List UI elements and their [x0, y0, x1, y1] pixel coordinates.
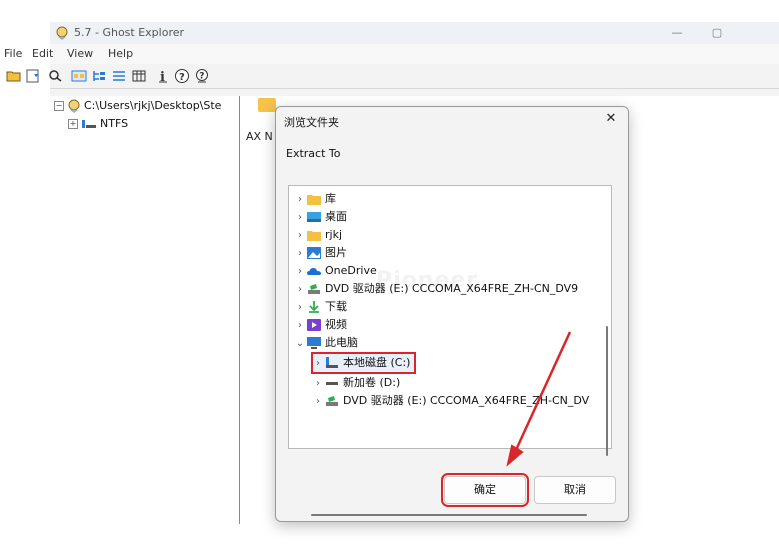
- folder-item-label: 视频: [325, 318, 347, 331]
- drive-icon: [325, 377, 339, 389]
- folder-item-new-volume-d[interactable]: › 新加卷 (D:): [313, 374, 400, 392]
- dialog-close-button[interactable]: ✕: [602, 110, 620, 128]
- dialog-description: Extract To: [286, 147, 341, 160]
- chevron-right-icon[interactable]: ›: [295, 209, 305, 227]
- chevron-down-icon[interactable]: ⌄: [295, 335, 305, 353]
- folder-icon[interactable]: [258, 98, 276, 112]
- dialog-title: 浏览文件夹: [284, 116, 339, 129]
- folder-item-label: 库: [325, 192, 336, 205]
- context-help-icon[interactable]: ?: [194, 68, 210, 84]
- menu-help[interactable]: Help: [108, 47, 133, 60]
- folder-item-rjkj[interactable]: › rjkj: [295, 226, 342, 244]
- watermark: Pioneer: [376, 268, 479, 293]
- save-icon[interactable]: [25, 68, 41, 84]
- cancel-button[interactable]: 取消: [534, 476, 616, 504]
- videos-icon: [307, 319, 321, 331]
- ghost-image-icon: [68, 99, 80, 113]
- menu-edit[interactable]: Edit: [32, 47, 53, 60]
- search-icon[interactable]: [48, 68, 64, 84]
- folder-icon: [307, 229, 321, 241]
- computer-icon: [307, 337, 321, 349]
- chevron-right-icon[interactable]: ›: [313, 393, 323, 411]
- large-icons-view-icon[interactable]: [71, 68, 87, 84]
- chevron-right-icon[interactable]: ›: [295, 191, 305, 209]
- chevron-right-icon[interactable]: ›: [295, 299, 305, 317]
- folder-item-desktop[interactable]: › 桌面: [295, 208, 347, 226]
- pictures-icon: [307, 247, 321, 259]
- image-tree-pane: − C:\Users\rjkj\Desktop\Ste + NTFS: [50, 96, 240, 524]
- chevron-right-icon[interactable]: ›: [295, 263, 305, 281]
- folder-item-label: rjkj: [325, 228, 343, 241]
- folder-item-label: 新加卷 (D:): [343, 376, 401, 389]
- folder-item-label: 图片: [325, 246, 347, 259]
- expand-toggle[interactable]: +: [68, 119, 78, 129]
- menu-bar: File Edit View Help: [4, 44, 779, 64]
- chevron-right-icon[interactable]: ›: [313, 375, 323, 393]
- menu-file[interactable]: File: [4, 47, 22, 60]
- menu-view[interactable]: View: [67, 47, 93, 60]
- folder-item-label: OneDrive: [325, 264, 377, 277]
- desktop-icon: [307, 211, 321, 223]
- details-view-icon[interactable]: [131, 68, 147, 84]
- open-folder-icon[interactable]: [6, 68, 22, 84]
- maximize-button[interactable]: ▢: [704, 23, 730, 43]
- list-view-icon[interactable]: [111, 68, 127, 84]
- folder-item-label: 桌面: [325, 210, 347, 223]
- ghost-app-icon: [56, 26, 68, 40]
- browse-folder-dialog: 浏览文件夹 ✕ Extract To › 库 › 桌面 › rjkj › 图片 › One…: [275, 106, 629, 522]
- folder-item-label: 此电脑: [325, 336, 358, 349]
- folder-item-this-pc[interactable]: ⌄ 此电脑: [295, 334, 358, 352]
- folder-item-label: 下载: [325, 300, 347, 313]
- title-bar: 5.7 - Ghost Explorer — ▢: [50, 22, 779, 44]
- collapse-toggle[interactable]: −: [54, 101, 64, 111]
- chevron-right-icon[interactable]: ›: [295, 317, 305, 335]
- window-title: 5.7 - Ghost Explorer: [74, 26, 185, 39]
- chevron-right-icon[interactable]: ›: [295, 281, 305, 299]
- folder-tree-list[interactable]: › 库 › 桌面 › rjkj › 图片 › OneDrive › DVD 驱动器 (E:)…: [288, 185, 612, 516]
- svg-text:?: ?: [199, 72, 204, 82]
- onedrive-cloud-icon: [307, 265, 321, 277]
- tree-partition-row[interactable]: + NTFS: [68, 117, 128, 130]
- tree-partition-label: NTFS: [100, 117, 129, 130]
- download-arrow-icon: [307, 301, 321, 313]
- file-list-label[interactable]: AX N: [246, 130, 273, 143]
- folder-item-pictures[interactable]: › 图片: [295, 244, 347, 262]
- tree-root-label: C:\Users\rjkj\Desktop\Ste: [84, 99, 222, 112]
- svg-text:?: ?: [179, 72, 185, 83]
- horizontal-scrollbar[interactable]: [311, 514, 587, 516]
- chevron-right-icon[interactable]: ›: [295, 227, 305, 245]
- help-icon[interactable]: ?: [174, 68, 190, 84]
- folder-item-dvd-drive-e[interactable]: › DVD 驱动器 (E:) CCCOMA_X64FRE_ZH-CN_DV: [313, 392, 589, 410]
- dvd-drive-icon: [307, 283, 321, 295]
- tree-view-icon[interactable]: [91, 68, 107, 84]
- folder-item-downloads[interactable]: › 下载: [295, 298, 347, 316]
- library-folder-icon: [307, 193, 321, 205]
- folder-item-onedrive[interactable]: › OneDrive: [295, 262, 377, 280]
- folder-item-label: 本地磁盘 (C:): [343, 356, 411, 369]
- ok-button[interactable]: 确定: [441, 473, 529, 507]
- folder-item-local-disk-c[interactable]: › 本地磁盘 (C:): [310, 352, 417, 374]
- local-disk-icon: [325, 357, 339, 369]
- minimize-button[interactable]: —: [664, 23, 690, 43]
- dvd-drive-icon: [325, 395, 339, 407]
- tree-root-row[interactable]: − C:\Users\rjkj\Desktop\Ste: [54, 99, 221, 113]
- chevron-right-icon[interactable]: ›: [295, 245, 305, 263]
- folder-item-videos[interactable]: › 视频: [295, 316, 347, 334]
- vertical-scrollbar[interactable]: [606, 326, 608, 456]
- folder-item-library[interactable]: › 库: [295, 190, 336, 208]
- toolbar: i ? ?: [6, 64, 779, 89]
- folder-item-label: DVD 驱动器 (E:) CCCOMA_X64FRE_ZH-CN_DV: [343, 394, 590, 407]
- info-icon[interactable]: i: [156, 68, 172, 85]
- partition-icon: [82, 120, 96, 128]
- chevron-right-icon[interactable]: ›: [313, 355, 323, 373]
